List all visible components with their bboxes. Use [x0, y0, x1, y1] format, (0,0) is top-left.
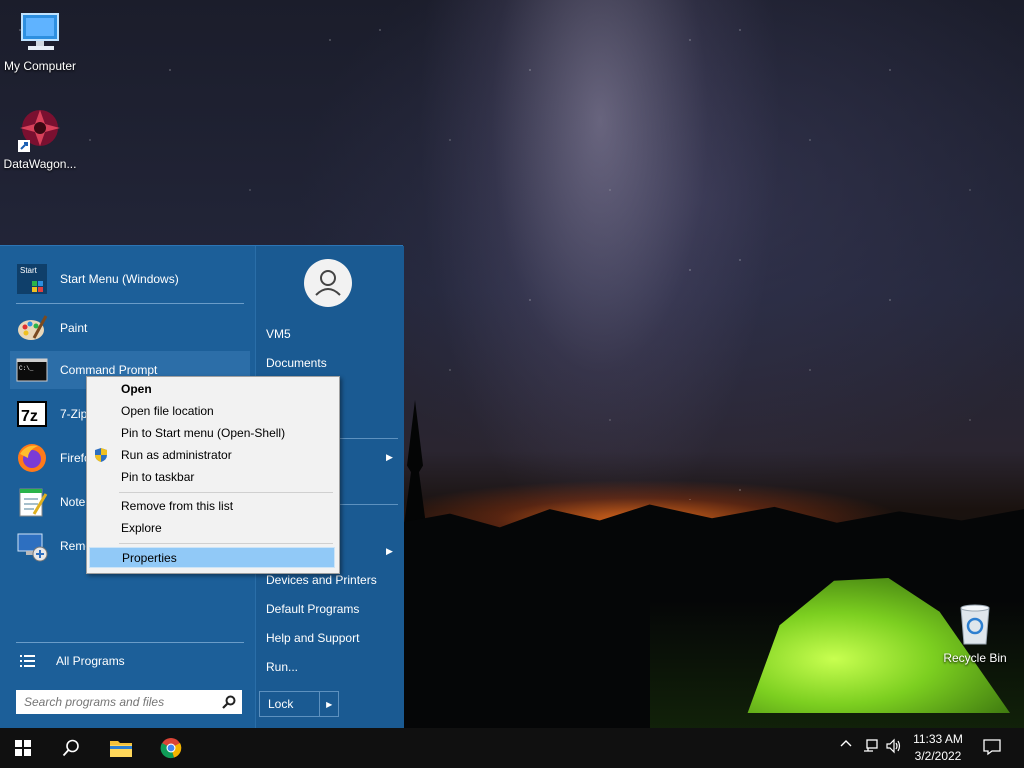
context-menu-open[interactable]: Open: [89, 379, 335, 400]
computer-icon: [21, 13, 59, 50]
all-programs-label: All Programs: [56, 654, 125, 668]
chrome-taskbar-button[interactable]: [148, 728, 194, 768]
search-icon: [62, 739, 79, 757]
context-menu-explore[interactable]: Explore: [89, 518, 335, 539]
divider: [119, 492, 333, 493]
paint-icon: [18, 315, 48, 340]
file-explorer-taskbar-button[interactable]: [98, 728, 144, 768]
program-label: 7-Zip: [60, 407, 88, 421]
context-menu-remove-from-list[interactable]: Remove from this list: [89, 496, 335, 517]
firefox-icon: [18, 444, 46, 472]
documents-link[interactable]: Documents: [266, 352, 404, 374]
start-menu-icon: Start: [17, 264, 47, 294]
context-menu-pin-to-start[interactable]: Pin to Start menu (Open-Shell): [89, 423, 335, 444]
submenu-arrow-icon[interactable]: ▶: [386, 546, 393, 557]
run-link[interactable]: Run...: [266, 656, 404, 678]
windows-logo-icon: [15, 740, 31, 756]
desktop-icon-datawagon[interactable]: DataWagon...: [0, 106, 80, 171]
svg-text:7z: 7z: [21, 408, 38, 425]
context-menu-open-file-location[interactable]: Open file location: [89, 401, 335, 422]
recycle-bin-icon: [960, 604, 990, 645]
program-label: Paint: [60, 321, 88, 335]
lock-options-arrow-icon[interactable]: ▶: [319, 692, 338, 716]
context-menu-properties[interactable]: Properties: [89, 547, 335, 568]
svg-text:C:\_: C:\_: [19, 365, 34, 372]
network-icon[interactable]: [863, 738, 879, 757]
folder-icon: [110, 741, 132, 757]
7zip-icon: 7z: [17, 401, 47, 427]
volume-icon[interactable]: [886, 738, 902, 757]
divider: [16, 642, 244, 643]
divider: [16, 303, 244, 304]
show-hidden-icons-icon[interactable]: [840, 738, 852, 753]
desktop-icon-my-computer[interactable]: My Computer: [0, 8, 80, 73]
program-item-paint[interactable]: Paint: [10, 309, 250, 347]
desktop-icon-label: My Computer: [3, 59, 77, 73]
clock-date: 3/2/2022: [914, 749, 962, 763]
context-menu-pin-to-taskbar[interactable]: Pin to taskbar: [89, 467, 335, 488]
user-name-link[interactable]: VM5: [266, 323, 404, 345]
taskbar-clock[interactable]: 11:33 AM 3/2/2022: [905, 731, 971, 765]
user-icon: [315, 270, 341, 296]
cmd-icon: C:\_: [16, 358, 48, 382]
submenu-arrow-icon[interactable]: ▶: [386, 452, 393, 463]
datawagon-icon: [18, 110, 60, 152]
start-button[interactable]: [0, 728, 46, 768]
clock-time: 11:33 AM: [913, 732, 963, 746]
context-menu: Open Open file location Pin to Start men…: [86, 376, 340, 574]
notifications-icon[interactable]: [983, 738, 1001, 759]
all-programs-button[interactable]: All Programs: [10, 646, 250, 676]
default-programs-link[interactable]: Default Programs: [266, 598, 404, 620]
search-input[interactable]: [22, 694, 216, 710]
help-support-link[interactable]: Help and Support: [266, 627, 404, 649]
program-label: Start Menu (Windows): [60, 272, 179, 286]
program-label: Command Prompt: [60, 363, 158, 377]
desktop-icon-label: Recycle Bin: [943, 651, 1007, 665]
search-box[interactable]: [16, 690, 242, 714]
search-icon[interactable]: [222, 695, 236, 709]
desktop-icon-label: DataWagon...: [3, 157, 77, 171]
notepad-icon: [19, 488, 48, 517]
list-icon: [20, 655, 35, 667]
search-taskbar-button[interactable]: [48, 728, 94, 768]
lock-button-group: Lock ▶: [259, 691, 339, 717]
chrome-icon: [160, 738, 182, 759]
user-avatar[interactable]: [304, 259, 352, 307]
desktop-icon-recycle-bin[interactable]: Recycle Bin: [935, 600, 1015, 665]
remote-desktop-icon: [17, 533, 48, 562]
lock-button[interactable]: Lock: [260, 697, 319, 711]
divider: [119, 543, 333, 544]
svg-text:Start: Start: [20, 266, 38, 275]
program-item-start-menu-windows[interactable]: Start Start Menu (Windows): [10, 260, 250, 298]
taskbar: 11:33 AM 3/2/2022: [0, 728, 1024, 768]
context-menu-run-as-admin[interactable]: Run as administrator: [89, 445, 335, 466]
